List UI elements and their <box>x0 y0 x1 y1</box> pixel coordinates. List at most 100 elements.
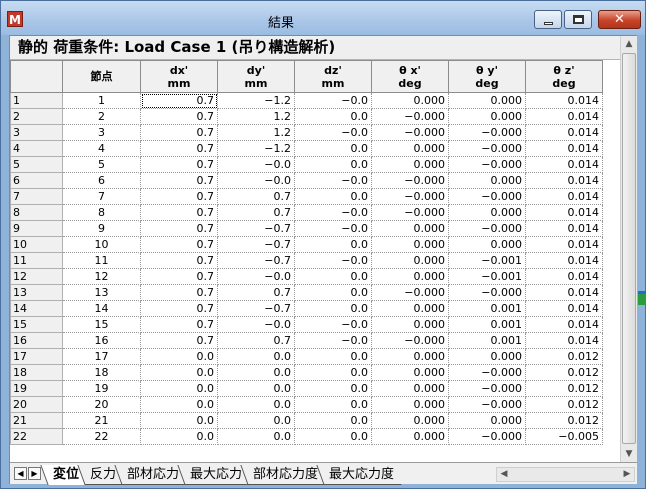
column-header[interactable]: dx' mm <box>140 60 218 93</box>
value-cell[interactable]: −0.000 <box>448 156 526 173</box>
minimize-button[interactable] <box>534 10 562 29</box>
value-cell[interactable]: 0.7 <box>217 188 295 205</box>
value-cell[interactable]: −0.001 <box>448 252 526 269</box>
value-cell[interactable]: −0.7 <box>217 252 295 269</box>
column-header[interactable]: θ z' deg <box>525 60 603 93</box>
table-row[interactable]: 19 19 0.0 0.0 0.0 0.000 −0.000 0.012 <box>10 380 603 397</box>
node-cell[interactable]: 16 <box>62 332 141 349</box>
tab-next-icon[interactable]: ▶ <box>28 467 41 480</box>
value-cell[interactable]: 0.000 <box>371 428 449 445</box>
value-cell[interactable]: −0.000 <box>371 332 449 349</box>
value-cell[interactable]: 0.7 <box>140 108 218 125</box>
value-cell[interactable]: 0.000 <box>371 316 449 333</box>
value-cell[interactable]: −0.000 <box>448 188 526 205</box>
horizontal-scrollbar[interactable]: ◀ ▶ <box>496 467 635 482</box>
value-cell[interactable]: 0.0 <box>294 268 372 285</box>
table-row[interactable]: 1 1 0.7 −1.2 −0.0 0.000 0.000 0.014 <box>10 92 603 109</box>
value-cell[interactable]: 0.014 <box>525 332 603 349</box>
node-cell[interactable]: 21 <box>62 412 141 429</box>
value-cell[interactable]: 0.7 <box>140 300 218 317</box>
value-cell[interactable]: −0.7 <box>217 236 295 253</box>
node-cell[interactable]: 15 <box>62 316 141 333</box>
value-cell[interactable]: 0.014 <box>525 140 603 157</box>
table-row[interactable]: 9 9 0.7 −0.7 −0.0 0.000 −0.000 0.014 <box>10 220 603 237</box>
value-cell[interactable]: 0.0 <box>217 348 295 365</box>
row-header[interactable]: 8 <box>10 204 63 221</box>
value-cell[interactable]: −0.0 <box>294 204 372 221</box>
value-cell[interactable]: 0.0 <box>294 188 372 205</box>
value-cell[interactable]: 0.0 <box>140 412 218 429</box>
value-cell[interactable]: 0.000 <box>371 268 449 285</box>
value-cell[interactable]: −0.000 <box>371 108 449 125</box>
value-cell[interactable]: 0.7 <box>140 140 218 157</box>
value-cell[interactable]: −0.0 <box>294 332 372 349</box>
table-row[interactable]: 21 21 0.0 0.0 0.0 0.000 0.000 0.012 <box>10 412 603 429</box>
value-cell[interactable]: 0.0 <box>140 364 218 381</box>
value-cell[interactable]: 0.014 <box>525 316 603 333</box>
value-cell[interactable]: 0.012 <box>525 364 603 381</box>
scroll-thumb[interactable] <box>622 53 636 444</box>
node-cell[interactable]: 20 <box>62 396 141 413</box>
value-cell[interactable]: 0.000 <box>371 236 449 253</box>
value-cell[interactable]: 0.000 <box>448 172 526 189</box>
row-header[interactable]: 18 <box>10 364 63 381</box>
value-cell[interactable]: 0.000 <box>371 300 449 317</box>
value-cell[interactable]: 0.7 <box>140 124 218 141</box>
value-cell[interactable]: 0.000 <box>371 92 449 109</box>
table-row[interactable]: 14 14 0.7 −0.7 0.0 0.000 0.001 0.014 <box>10 300 603 317</box>
results-grid[interactable]: 節点 dx' mm dy' mm dz' mm θ x' deg θ y' deg θ z' deg 1… <box>10 60 620 462</box>
node-cell[interactable]: 3 <box>62 124 141 141</box>
table-row[interactable]: 5 5 0.7 −0.0 0.0 0.000 −0.000 0.014 <box>10 156 603 173</box>
node-cell[interactable]: 17 <box>62 348 141 365</box>
value-cell[interactable]: 0.014 <box>525 268 603 285</box>
row-header[interactable]: 4 <box>10 140 63 157</box>
value-cell[interactable]: 0.014 <box>525 236 603 253</box>
table-row[interactable]: 17 17 0.0 0.0 0.0 0.000 0.000 0.012 <box>10 348 603 365</box>
value-cell[interactable]: 0.7 <box>140 252 218 269</box>
sheet-tab[interactable]: 部材応力 <box>114 465 187 485</box>
value-cell[interactable]: 0.7 <box>140 284 218 301</box>
scroll-down-icon[interactable]: ▼ <box>621 446 637 462</box>
column-header[interactable]: dy' mm <box>217 60 295 93</box>
value-cell[interactable]: 0.014 <box>525 92 603 109</box>
value-cell[interactable]: 0.000 <box>448 92 526 109</box>
table-row[interactable]: 13 13 0.7 0.7 0.0 −0.000 −0.000 0.014 <box>10 284 603 301</box>
title-bar[interactable]: M 結果 ✕ <box>1 1 645 35</box>
value-cell[interactable]: −0.000 <box>448 124 526 141</box>
table-row[interactable]: 8 8 0.7 0.7 −0.0 −0.000 0.000 0.014 <box>10 204 603 221</box>
row-header[interactable]: 16 <box>10 332 63 349</box>
value-cell[interactable]: −0.000 <box>371 124 449 141</box>
value-cell[interactable]: 0.014 <box>525 124 603 141</box>
table-row[interactable]: 7 7 0.7 0.7 0.0 −0.000 −0.000 0.014 <box>10 188 603 205</box>
value-cell[interactable]: −0.000 <box>371 204 449 221</box>
value-cell[interactable]: 0.0 <box>294 380 372 397</box>
row-header[interactable]: 7 <box>10 188 63 205</box>
value-cell[interactable]: −0.0 <box>294 172 372 189</box>
table-row[interactable]: 16 16 0.7 0.7 −0.0 −0.000 0.001 0.014 <box>10 332 603 349</box>
value-cell[interactable]: −0.000 <box>448 220 526 237</box>
node-cell[interactable]: 7 <box>62 188 141 205</box>
node-cell[interactable]: 18 <box>62 364 141 381</box>
value-cell[interactable]: 0.0 <box>294 412 372 429</box>
value-cell[interactable]: −0.000 <box>448 428 526 445</box>
node-cell[interactable]: 9 <box>62 220 141 237</box>
value-cell[interactable]: 0.000 <box>371 348 449 365</box>
value-cell[interactable]: 0.0 <box>217 380 295 397</box>
row-header[interactable]: 19 <box>10 380 63 397</box>
row-header[interactable]: 3 <box>10 124 63 141</box>
value-cell[interactable]: 0.0 <box>294 108 372 125</box>
value-cell[interactable]: 0.001 <box>448 332 526 349</box>
node-cell[interactable]: 11 <box>62 252 141 269</box>
value-cell[interactable]: 0.7 <box>140 268 218 285</box>
vertical-scrollbar[interactable]: ▲ ▼ <box>620 36 637 462</box>
table-row[interactable]: 15 15 0.7 −0.0 −0.0 0.000 0.001 0.014 <box>10 316 603 333</box>
value-cell[interactable]: −0.7 <box>217 220 295 237</box>
value-cell[interactable]: −0.0 <box>217 156 295 173</box>
value-cell[interactable]: 0.012 <box>525 348 603 365</box>
value-cell[interactable]: 0.7 <box>217 284 295 301</box>
value-cell[interactable]: −1.2 <box>217 92 295 109</box>
value-cell[interactable]: 0.0 <box>294 396 372 413</box>
value-cell[interactable]: 0.014 <box>525 172 603 189</box>
node-cell[interactable]: 5 <box>62 156 141 173</box>
column-header[interactable]: θ y' deg <box>448 60 526 93</box>
